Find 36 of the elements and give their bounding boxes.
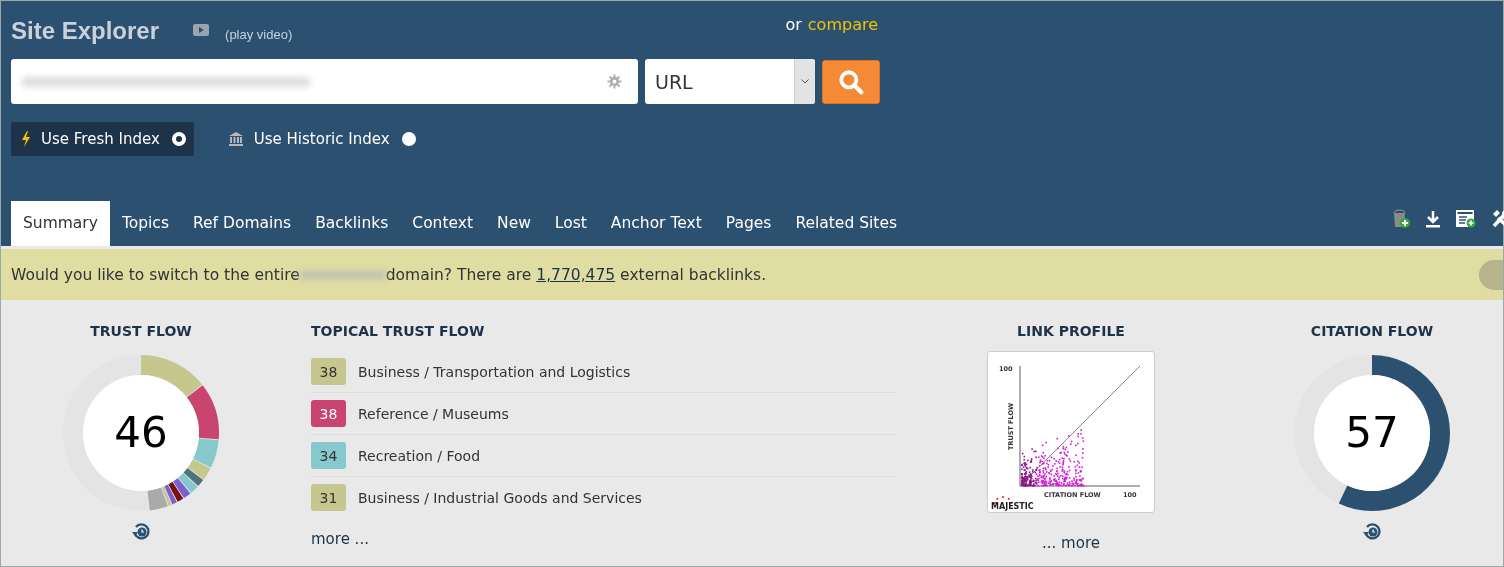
nav-tab[interactable]: Related Sites — [783, 201, 909, 246]
play-video-link[interactable]: (play video) — [225, 26, 293, 42]
nav-tab[interactable]: Anchor Text — [598, 201, 714, 246]
nav-tab[interactable]: Summary — [11, 201, 110, 246]
topic-score: 31 — [311, 484, 346, 511]
section-title: TOPICAL TRUST FLOW — [311, 323, 486, 341]
topic-label[interactable]: Business / Industrial Goods and Services — [358, 489, 642, 506]
compare-link[interactable]: compare — [807, 14, 878, 34]
topic-score: 38 — [311, 358, 346, 385]
section-title: TRUST FLOW — [90, 323, 192, 341]
section-title: LINK PROFILE — [1017, 323, 1125, 341]
nav-tab[interactable]: Ref Domains — [180, 201, 304, 246]
or-label: or — [785, 14, 802, 34]
citation-flow-score: 57 — [1344, 409, 1400, 457]
nav-tab[interactable]: Lost — [542, 201, 599, 246]
topic-label[interactable]: Recreation / Food — [358, 447, 481, 464]
nav-tab[interactable]: New — [485, 201, 543, 246]
topic-label[interactable]: Reference / Museums — [358, 405, 509, 422]
logo-text: MAJESTIC — [991, 502, 1034, 511]
nav-tab[interactable]: Context — [400, 201, 486, 246]
page-title: Site Explorer — [11, 17, 160, 45]
section-title: CITATION FLOW — [1310, 323, 1434, 341]
backlinks-count-link[interactable]: 1,770,475 — [536, 265, 616, 284]
nav-tab[interactable]: Pages — [713, 201, 784, 246]
more-link[interactable]: ... more — [1042, 534, 1100, 552]
topic-score: 38 — [311, 400, 346, 427]
nav-tab[interactable]: Backlinks — [303, 201, 401, 246]
index-option[interactable]: Use Historic Index — [217, 122, 424, 156]
switch-domain-message: Would you like to switch to the entire domain? There are 1,770,475 external backlinks. — [11, 265, 767, 284]
topic-score: 34 — [311, 442, 346, 469]
index-option[interactable]: Use Fresh Index — [11, 122, 194, 156]
topic-label[interactable]: Business / Transportation and Logistics — [358, 363, 631, 380]
trust-flow-score: 46 — [113, 409, 169, 457]
type-dropdown[interactable]: URL — [645, 59, 815, 104]
more-topics-link[interactable]: more ... — [311, 530, 369, 548]
nav-tab[interactable]: Topics — [109, 201, 181, 246]
